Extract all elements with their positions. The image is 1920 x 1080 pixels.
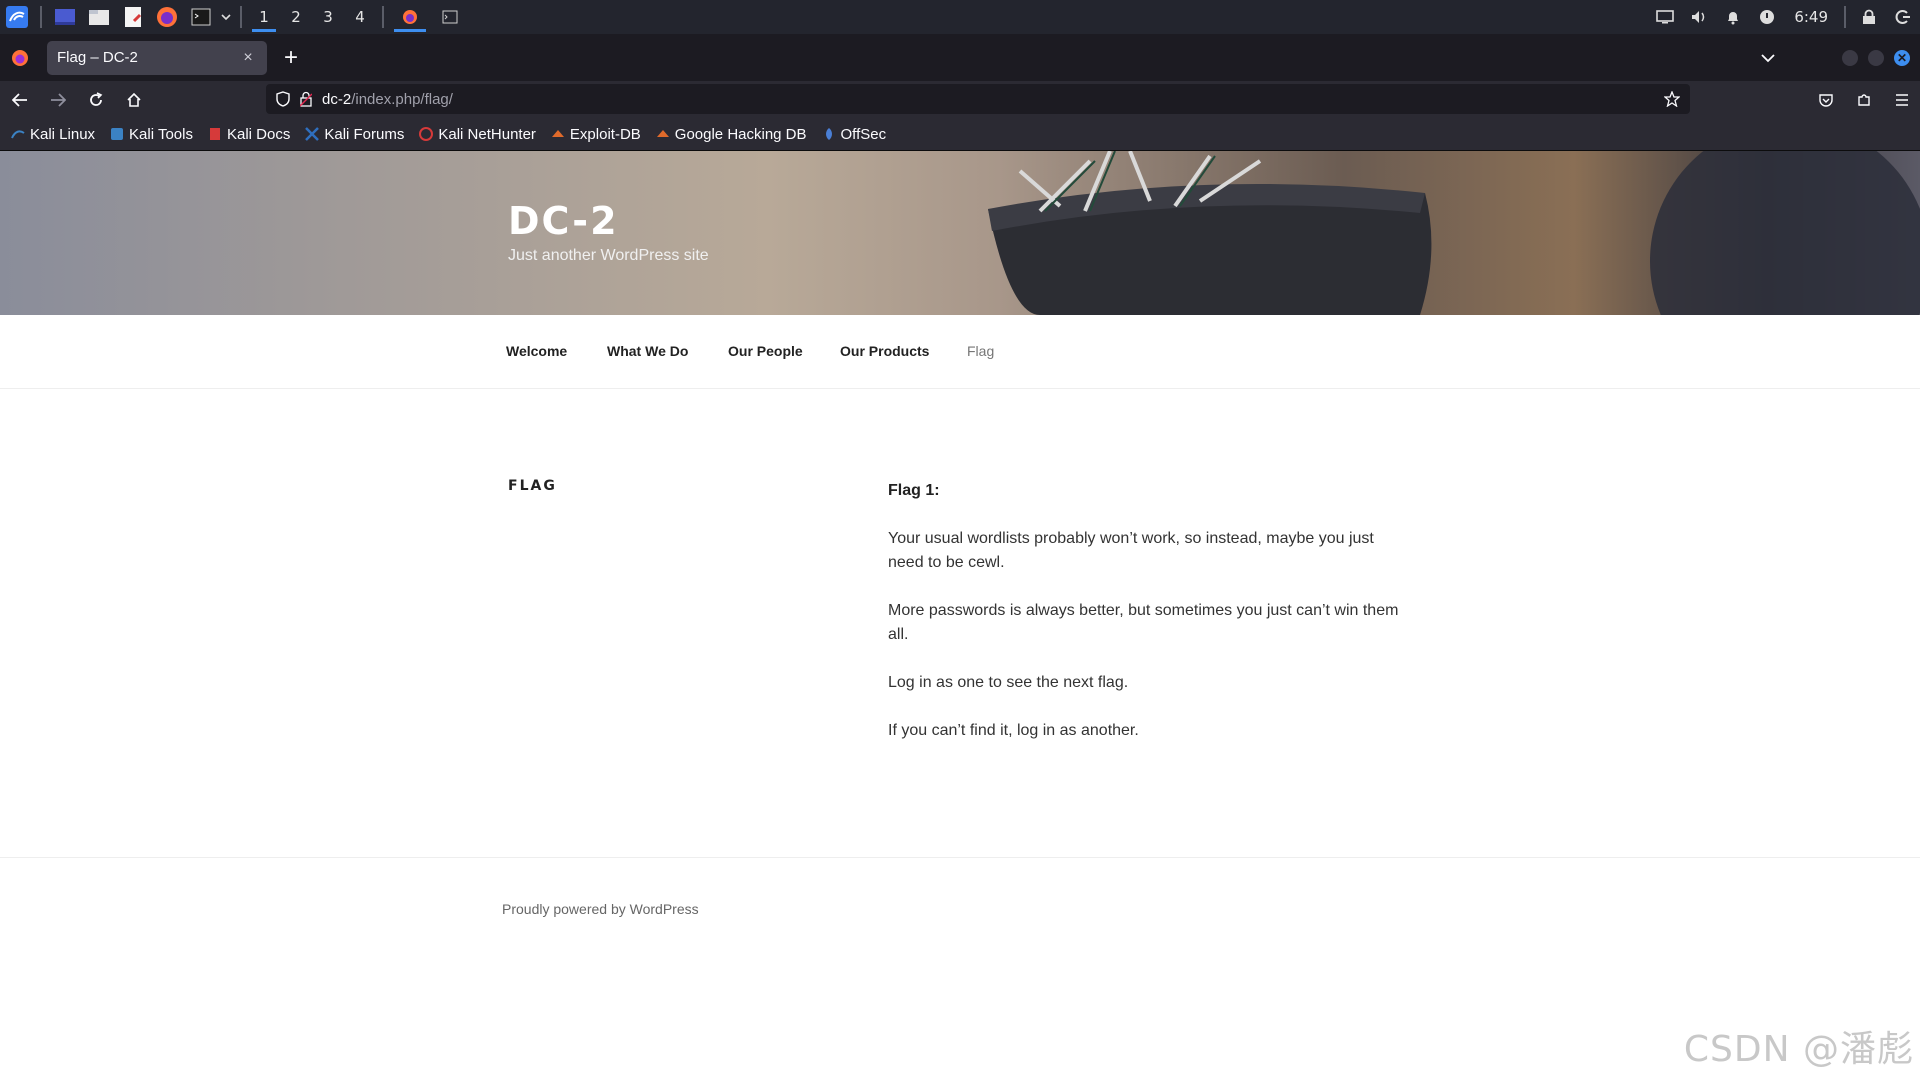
taskbar-firefox-window[interactable] [390, 0, 430, 34]
workspace-4[interactable]: 4 [344, 0, 376, 34]
kali-forums-icon [304, 126, 320, 142]
bookmark-kali-tools[interactable]: Kali Tools [109, 126, 193, 143]
kali-docs-icon [207, 126, 223, 142]
primary-menu: Welcome What We Do Our People Our Produc… [0, 315, 1920, 389]
workspace-1[interactable]: 1 [248, 0, 280, 34]
bookmark-label: Kali NetHunter [438, 125, 536, 143]
browser-tab-active[interactable]: Flag – DC-2 × [47, 40, 267, 75]
volume-icon[interactable] [1682, 0, 1716, 34]
firefox-launcher-icon[interactable] [150, 0, 184, 34]
footer-powered-by-link[interactable]: Proudly powered by WordPress [502, 901, 699, 917]
browser-navigation-bar: dc-2/index.php/flag/ [0, 81, 1920, 118]
nethunter-icon [418, 126, 434, 142]
power-manager-icon[interactable] [1750, 0, 1784, 34]
window-maximize-button[interactable] [1868, 49, 1884, 66]
entry-content: Flag 1: Your usual wordlists probably wo… [888, 479, 1408, 767]
notification-bell-icon[interactable] [1716, 0, 1750, 34]
flag-heading: Flag 1: [888, 482, 940, 499]
workspace-3[interactable]: 3 [312, 0, 344, 34]
home-icon[interactable] [116, 84, 152, 116]
bookmark-label: OffSec [840, 125, 887, 143]
menu-item-flag[interactable]: Flag [967, 343, 994, 359]
tab-title: Flag – DC-2 [57, 49, 138, 66]
reload-icon[interactable] [78, 84, 114, 116]
paragraph: If you can’t find it, log in as another. [888, 722, 1139, 739]
bookmarks-toolbar: Kali Linux Kali Tools Kali Docs Kali For… [0, 118, 1920, 151]
bookmark-offsec[interactable]: OffSec [821, 125, 887, 143]
clock[interactable]: 6:49 [1784, 8, 1838, 26]
taskbar-separator [1844, 6, 1846, 28]
logout-icon[interactable] [1886, 0, 1920, 34]
watermark: CSDN @潘彪 [1683, 1029, 1914, 1070]
bookmark-kali-linux[interactable]: Kali Linux [10, 126, 95, 143]
exploit-db-icon [550, 126, 566, 142]
bookmark-kali-forums[interactable]: Kali Forums [304, 126, 404, 143]
lock-screen-icon[interactable] [1852, 0, 1886, 34]
bookmark-label: Kali Linux [30, 125, 96, 143]
workspace-2[interactable]: 2 [280, 0, 312, 34]
window-close-button[interactable]: ✕ [1894, 49, 1910, 66]
terminal-icon[interactable] [184, 0, 218, 34]
page-title: FLAG [508, 478, 557, 494]
url-host: dc-2 [322, 90, 352, 108]
browser-tab-strip: Flag – DC-2 × + ✕ [0, 34, 1920, 81]
show-desktop-icon[interactable] [48, 0, 82, 34]
taskbar-terminal-window[interactable] [430, 0, 470, 34]
extensions-icon[interactable] [1846, 84, 1882, 116]
file-manager-icon[interactable] [82, 0, 116, 34]
forward-arrow-icon[interactable] [40, 84, 76, 116]
site-title[interactable]: DC-2 [508, 199, 619, 243]
bookmark-exploit-db[interactable]: Exploit-DB [550, 126, 641, 143]
paragraph: Log in as one to see the next flag. [888, 674, 1129, 691]
list-all-tabs-icon[interactable] [1754, 44, 1782, 72]
footer-divider [0, 857, 1920, 858]
bookmark-kali-docs[interactable]: Kali Docs [207, 126, 290, 143]
tab-close-icon[interactable]: × [239, 49, 257, 67]
kali-menu-icon[interactable] [0, 0, 34, 34]
site-description: Just another WordPress site [508, 247, 709, 264]
bookmark-label: Exploit-DB [569, 125, 641, 143]
hamburger-menu-icon[interactable] [1884, 84, 1920, 116]
web-page: DC-2 Just another WordPress site Welcome… [0, 151, 1920, 1080]
tracking-protection-shield-icon[interactable] [276, 91, 290, 107]
address-bar[interactable]: dc-2/index.php/flag/ [266, 84, 1690, 114]
menu-item-our-products[interactable]: Our Products [840, 343, 929, 359]
offsec-icon [821, 126, 837, 142]
bookmark-label: Kali Docs [226, 125, 291, 143]
system-tray: 6:49 [1648, 0, 1920, 34]
bookmark-google-hacking-db[interactable]: Google Hacking DB [655, 126, 807, 143]
bookmark-kali-nethunter[interactable]: Kali NetHunter [418, 126, 536, 143]
ghdb-icon [655, 126, 671, 142]
taskbar-separator [40, 6, 42, 28]
kali-tools-icon [109, 126, 125, 142]
menu-item-welcome[interactable]: Welcome [506, 343, 567, 359]
bookmark-label: Kali Tools [129, 125, 193, 143]
url-path: /index.php/flag/ [351, 90, 453, 108]
menu-item-our-people[interactable]: Our People [728, 343, 803, 359]
window-minimize-button[interactable] [1842, 49, 1858, 66]
bookmark-star-icon[interactable] [1664, 91, 1680, 107]
paragraph: Your usual wordlists probably won’t work… [888, 530, 1374, 571]
pocket-icon[interactable] [1808, 84, 1844, 116]
display-icon[interactable] [1648, 0, 1682, 34]
back-arrow-icon[interactable] [2, 84, 38, 116]
text-editor-icon[interactable] [116, 0, 150, 34]
new-tab-button[interactable]: + [273, 41, 309, 75]
kali-dragon-icon [10, 126, 26, 142]
bookmark-label: Kali Forums [324, 125, 405, 143]
bookmark-label: Google Hacking DB [674, 125, 807, 143]
taskbar-separator [382, 6, 384, 28]
system-taskbar: 1 2 3 4 6:49 [0, 0, 1920, 34]
chevron-down-icon[interactable] [218, 0, 234, 34]
paragraph: More passwords is always better, but som… [888, 602, 1399, 643]
plant-pot-image [988, 151, 1920, 315]
header-image: DC-2 Just another WordPress site [0, 151, 1920, 315]
menu-item-what-we-do[interactable]: What We Do [607, 343, 688, 359]
firefox-view-icon[interactable] [0, 34, 40, 81]
insecure-lock-icon[interactable] [300, 91, 312, 107]
taskbar-separator [240, 6, 242, 28]
